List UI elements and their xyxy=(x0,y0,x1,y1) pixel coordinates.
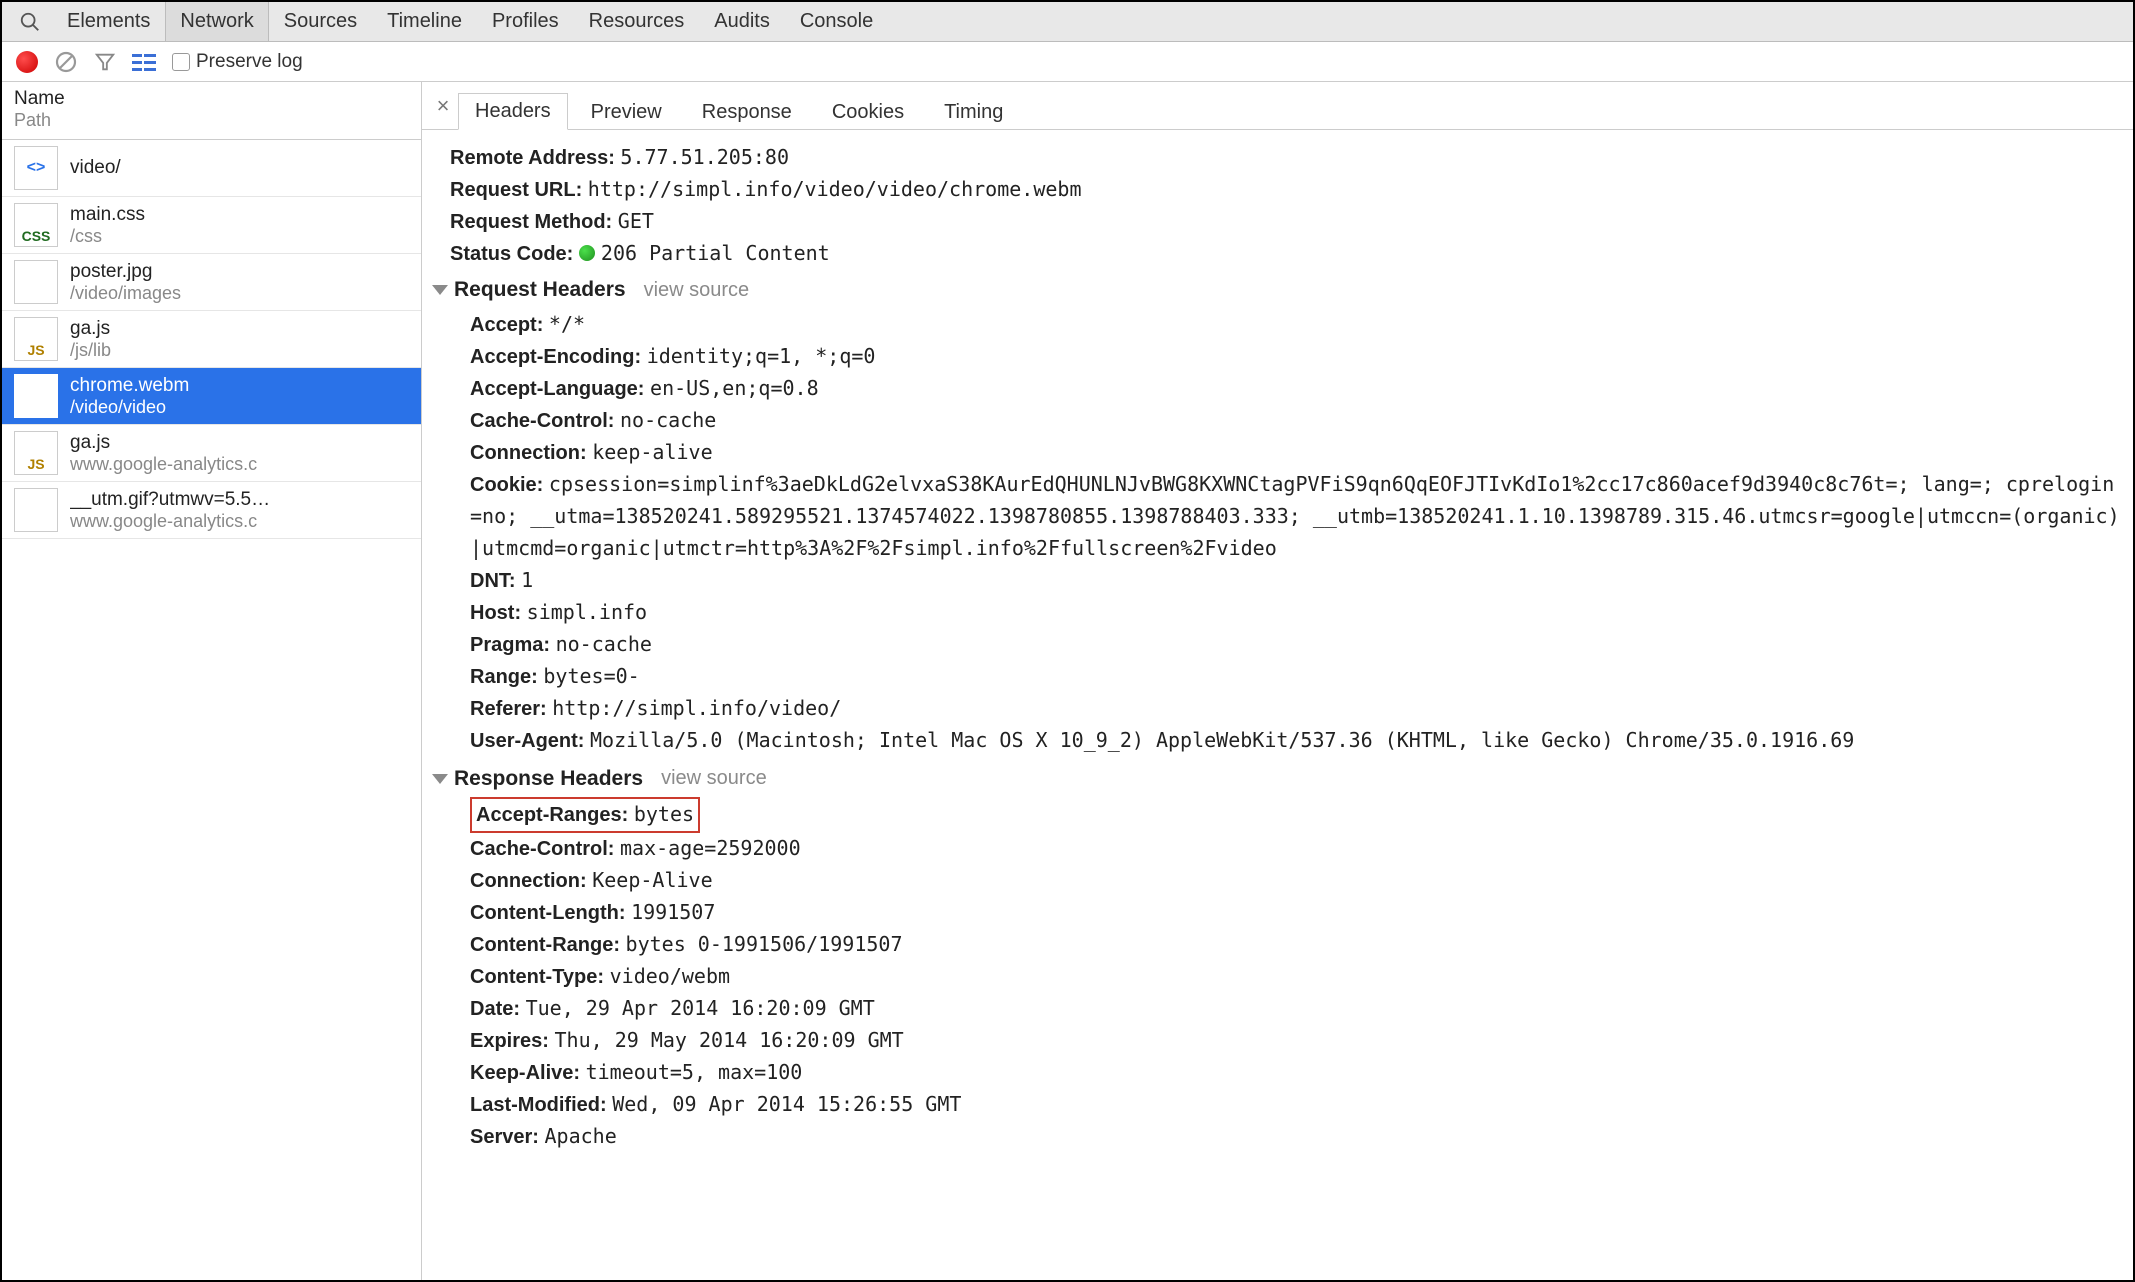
resp-accept-ranges: Accept-Ranges: bytes xyxy=(470,797,2123,833)
file-thumb xyxy=(14,260,58,304)
view-source-link[interactable]: view source xyxy=(644,275,750,306)
file-name: __utm.gif?utmwv=5.5… xyxy=(70,489,270,511)
tab-preview[interactable]: Preview xyxy=(574,94,679,130)
tab-timeline[interactable]: Timeline xyxy=(372,2,477,41)
file-thumb: JS xyxy=(14,431,58,475)
file-path: /css xyxy=(70,226,145,247)
resp-content-range: Content-Range: bytes 0-1991506/1991507 xyxy=(470,929,2123,961)
request-method: Request Method: GET xyxy=(450,206,2123,238)
tab-network[interactable]: Network xyxy=(165,2,268,41)
file-path: www.google-analytics.c xyxy=(70,454,257,475)
hdr-host: Host: simpl.info xyxy=(470,597,2123,629)
file-name: chrome.webm xyxy=(70,375,189,397)
detail-tabbar: × Headers Preview Response Cookies Timin… xyxy=(422,82,2133,130)
close-icon[interactable]: × xyxy=(428,93,458,119)
file-path: /js/lib xyxy=(70,340,111,361)
resp-server: Server: Apache xyxy=(470,1121,2123,1153)
file-thumb: <> xyxy=(14,146,58,190)
column-name: Name xyxy=(14,88,409,110)
response-headers-section[interactable]: Response Headers view source xyxy=(432,763,2123,796)
resp-date: Date: Tue, 29 Apr 2014 16:20:09 GMT xyxy=(470,993,2123,1025)
hdr-range: Range: bytes=0- xyxy=(470,661,2123,693)
file-thumb xyxy=(14,488,58,532)
request-row[interactable]: __utm.gif?utmwv=5.5…www.google-analytics… xyxy=(2,482,421,539)
resp-keep-alive: Keep-Alive: timeout=5, max=100 xyxy=(470,1057,2123,1089)
chevron-down-icon xyxy=(432,774,448,784)
request-list: <> video/CSS main.css/css poster.jpg/video/… xyxy=(2,140,421,539)
request-list-header: Name Path xyxy=(2,82,421,140)
request-row[interactable]: JS ga.js/js/lib xyxy=(2,311,421,368)
view-source-link[interactable]: view source xyxy=(661,763,767,794)
request-detail-panel: × Headers Preview Response Cookies Timin… xyxy=(422,82,2133,1280)
headers-body: Remote Address: 5.77.51.205:80 Request U… xyxy=(422,130,2133,1280)
tab-cookies[interactable]: Cookies xyxy=(815,94,921,130)
file-name: ga.js xyxy=(70,318,111,340)
file-thumb: CSS xyxy=(14,203,58,247)
record-icon[interactable] xyxy=(16,51,38,73)
request-row[interactable]: <> video/ xyxy=(2,140,421,197)
request-row[interactable]: chrome.webm/video/video xyxy=(2,368,421,425)
tab-headers[interactable]: Headers xyxy=(458,93,568,130)
file-thumb xyxy=(14,374,58,418)
file-path: /video/video xyxy=(70,397,189,418)
hdr-pragma: Pragma: no-cache xyxy=(470,629,2123,661)
toggle-small-requests-icon[interactable] xyxy=(132,52,156,72)
status-code: Status Code: 206 Partial Content xyxy=(450,238,2123,270)
request-list-panel: Name Path <> video/CSS main.css/css poster.… xyxy=(2,82,422,1280)
network-toolbar: Preserve log xyxy=(2,42,2133,82)
preserve-log-toggle[interactable]: Preserve log xyxy=(172,51,303,73)
file-path: /video/images xyxy=(70,283,181,304)
tab-response[interactable]: Response xyxy=(685,94,809,130)
request-row[interactable]: JS ga.jswww.google-analytics.c xyxy=(2,425,421,482)
hdr-user-agent: User-Agent: Mozilla/5.0 (Macintosh; Inte… xyxy=(470,725,2123,757)
request-headers-section[interactable]: Request Headers view source xyxy=(432,274,2123,307)
hdr-accept-encoding: Accept-Encoding: identity;q=1, *;q=0 xyxy=(470,341,2123,373)
resp-connection: Connection: Keep-Alive xyxy=(470,865,2123,897)
tab-elements[interactable]: Elements xyxy=(52,2,165,41)
devtools-tabbar: Elements Network Sources Timeline Profil… xyxy=(2,2,2133,42)
preserve-log-checkbox[interactable] xyxy=(172,53,190,71)
resp-last-modified: Last-Modified: Wed, 09 Apr 2014 15:26:55… xyxy=(470,1089,2123,1121)
resp-content-type: Content-Type: video/webm xyxy=(470,961,2123,993)
file-name: main.css xyxy=(70,204,145,226)
status-dot-icon xyxy=(579,245,595,261)
search-icon[interactable] xyxy=(8,2,52,41)
hdr-connection: Connection: keep-alive xyxy=(470,437,2123,469)
tab-profiles[interactable]: Profiles xyxy=(477,2,574,41)
tab-audits[interactable]: Audits xyxy=(699,2,785,41)
hdr-referer: Referer: http://simpl.info/video/ xyxy=(470,693,2123,725)
hdr-accept: Accept: */* xyxy=(470,309,2123,341)
hdr-dnt: DNT: 1 xyxy=(470,565,2123,597)
chevron-down-icon xyxy=(432,285,448,295)
hdr-cookie: Cookie: cpsession=simplinf%3aeDkLdG2elvx… xyxy=(470,469,2123,565)
column-path: Path xyxy=(14,110,409,131)
file-name: video/ xyxy=(70,157,121,179)
file-path: www.google-analytics.c xyxy=(70,511,270,532)
file-name: poster.jpg xyxy=(70,261,181,283)
resp-content-length: Content-Length: 1991507 xyxy=(470,897,2123,929)
file-name: ga.js xyxy=(70,432,257,454)
request-row[interactable]: CSS main.css/css xyxy=(2,197,421,254)
tab-timing[interactable]: Timing xyxy=(927,94,1020,130)
clear-icon[interactable] xyxy=(54,50,78,74)
resp-expires: Expires: Thu, 29 May 2014 16:20:09 GMT xyxy=(470,1025,2123,1057)
hdr-accept-language: Accept-Language: en-US,en;q=0.8 xyxy=(470,373,2123,405)
request-row[interactable]: poster.jpg/video/images xyxy=(2,254,421,311)
hdr-cache-control: Cache-Control: no-cache xyxy=(470,405,2123,437)
tab-sources[interactable]: Sources xyxy=(269,2,372,41)
preserve-log-label: Preserve log xyxy=(196,51,303,73)
request-url: Request URL: http://simpl.info/video/vid… xyxy=(450,174,2123,206)
tab-console[interactable]: Console xyxy=(785,2,888,41)
file-thumb: JS xyxy=(14,317,58,361)
remote-address: Remote Address: 5.77.51.205:80 xyxy=(450,142,2123,174)
resp-cache-control: Cache-Control: max-age=2592000 xyxy=(470,833,2123,865)
filter-icon[interactable] xyxy=(94,51,116,73)
tab-resources[interactable]: Resources xyxy=(574,2,700,41)
